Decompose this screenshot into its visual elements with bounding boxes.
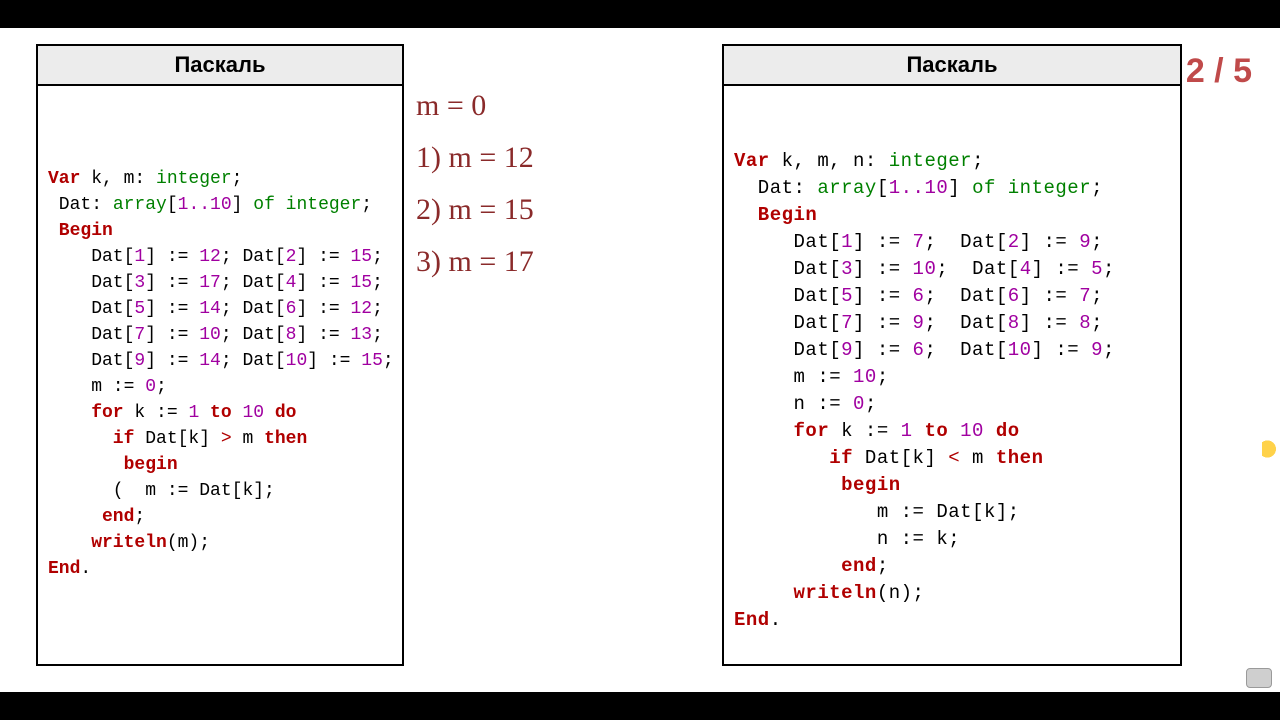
pascal-box-right: Паскаль Var k, m, n: integer; Dat: array… [722,44,1182,666]
anno-2: 2) m = 15 [416,184,534,236]
box-title-right: Паскаль [724,46,1180,86]
letterbox-bottom [0,692,1280,720]
anno-0: m = 0 [416,80,534,132]
pascal-box-left: Паскаль Var k, m: integer; Dat: array[1.… [36,44,404,666]
letterbox-top [0,0,1280,28]
box-title-left: Паскаль [38,46,402,86]
page-counter: 2 / 5 [1186,52,1252,91]
code-right: Var k, m, n: integer; Dat: array[1..10] … [724,140,1180,642]
toaster-icon [1246,668,1272,688]
star-icon [1262,435,1280,463]
code-left: Var k, m: integer; Dat: array[1..10] of … [38,158,402,590]
handwriting-annotations: m = 0 1) m = 12 2) m = 15 3) m = 17 [416,80,534,288]
anno-3: 3) m = 17 [416,236,534,288]
anno-1: 1) m = 12 [416,132,534,184]
